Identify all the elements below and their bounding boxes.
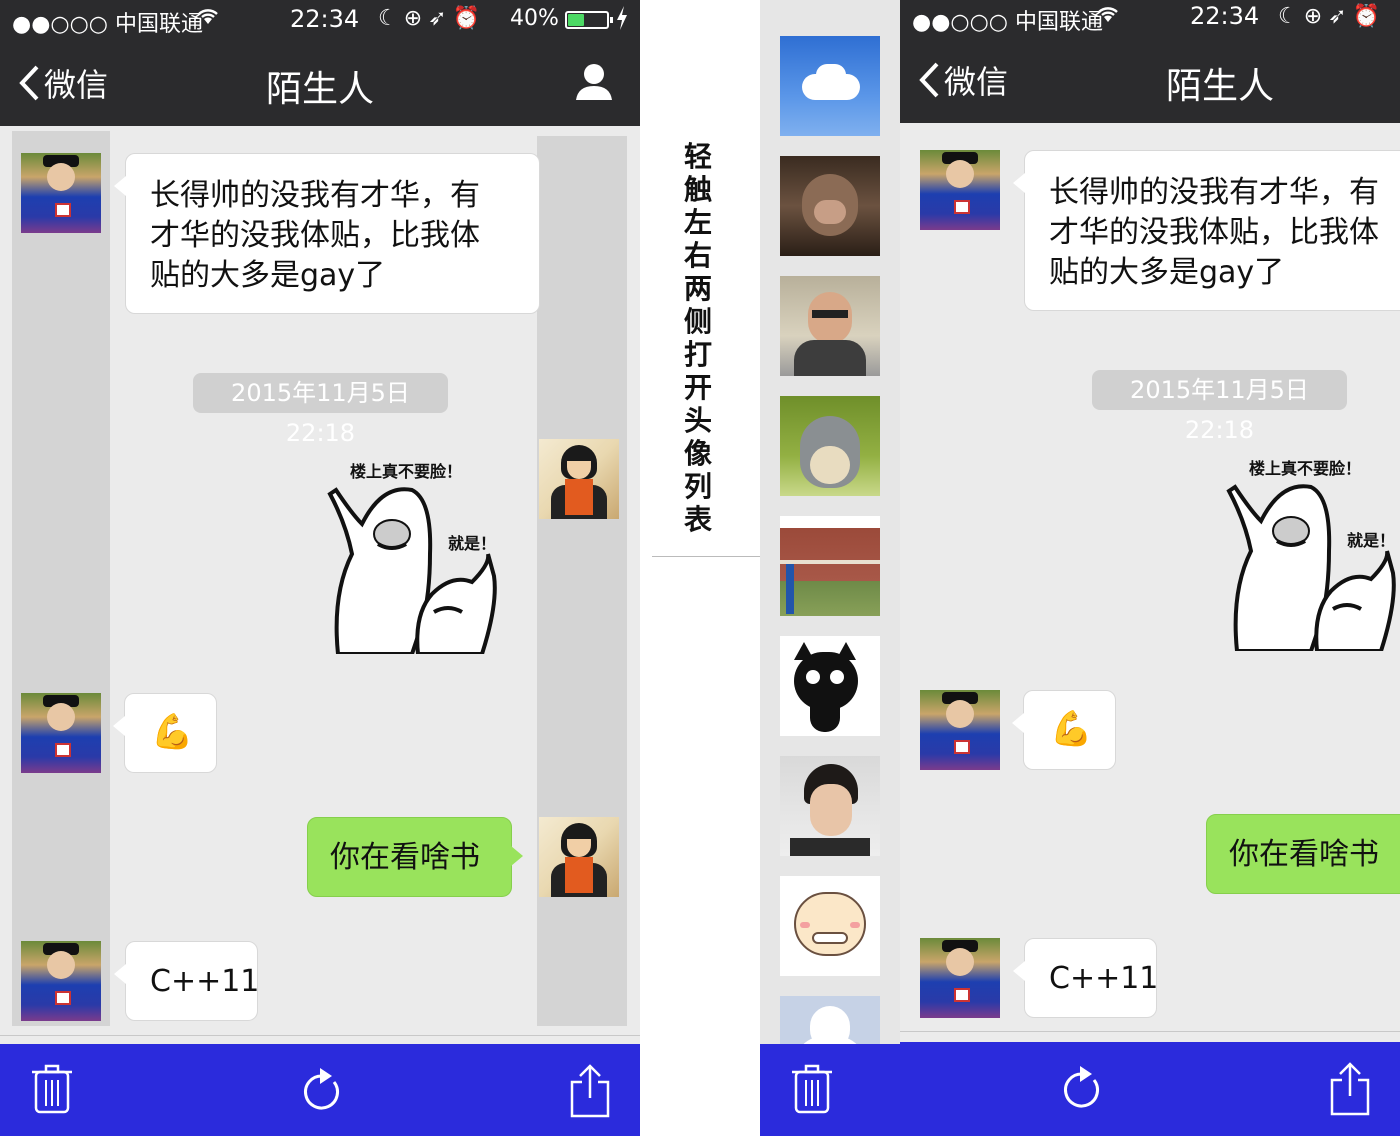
chat-title: 陌生人 <box>1165 66 1274 107</box>
stranger-avatar[interactable] <box>21 941 101 1021</box>
avatar-option[interactable] <box>780 516 880 616</box>
person-icon <box>576 64 612 100</box>
refresh-icon <box>1064 1066 1099 1108</box>
message-bubble[interactable]: C++11 <box>114 941 260 1021</box>
message-bubble[interactable]: C++11 <box>1013 938 1159 1018</box>
message-line: 贴的大多是gay了 <box>150 258 386 293</box>
trash-icon <box>792 1064 832 1114</box>
sticker-message[interactable]: 楼上真不要脸！ 就是！ <box>1221 441 1400 651</box>
my-message-bubble[interactable]: 你在看啥书 <box>307 817 523 897</box>
chat-title: 陌生人 <box>265 69 374 110</box>
battery-icon <box>565 11 613 29</box>
rotation-lock-icon: ⊕ <box>403 6 429 31</box>
clock-time: 22:34 <box>1190 2 1260 30</box>
navigation-bar: 微信 陌生人 <box>900 37 1400 123</box>
drawer-toolbar <box>760 1044 900 1136</box>
profile-button[interactable] <box>574 62 614 106</box>
message-text: C++11 <box>1049 961 1159 996</box>
message-line: 长得帅的没我有才华，有 <box>1049 175 1379 210</box>
left-tap-zone[interactable] <box>12 131 110 1026</box>
alarm-icon: ⏰ <box>452 6 487 31</box>
alarm-icon: ⏰ <box>1352 4 1387 29</box>
sticker-drawing <box>1226 484 1396 651</box>
wifi-icon <box>1096 4 1120 30</box>
bottom-toolbar <box>900 1042 1400 1136</box>
moon-icon: ☾ <box>1278 4 1304 29</box>
clock-time: 22:34 <box>290 5 360 33</box>
battery-percent: 40% <box>510 6 559 31</box>
bottom-toolbar <box>0 1044 640 1136</box>
avatar-option[interactable] <box>780 276 880 376</box>
message-bubble[interactable]: 长得帅的没我有才华，有 才华的没我体贴，比我体 贴的大多是gay了 <box>114 153 540 314</box>
rotation-lock-icon: ⊕ <box>1303 4 1329 29</box>
share-button[interactable] <box>568 1064 612 1122</box>
refresh-button[interactable] <box>300 1064 344 1118</box>
message-line: 长得帅的没我有才华，有 <box>150 178 480 213</box>
status-bar: ●●○○○ 中国联通 22:34 ☾⊕➶⏰ 40% <box>0 0 640 40</box>
message-timestamp: 2015年11月5日 22:18 <box>1092 370 1347 444</box>
location-icon: ➶ <box>1328 4 1353 29</box>
left-phone-screen: ●●○○○ 中国联通 22:34 ☾⊕➶⏰ 40% 微信 陌生人 长得帅的没我有… <box>0 0 640 1136</box>
share-icon <box>1330 1062 1370 1116</box>
share-icon <box>570 1064 610 1118</box>
system-icons: ☾⊕➶⏰ <box>378 6 486 31</box>
message-line: 才华的没我体贴，比我体 <box>150 218 480 253</box>
hint-text: 轻触左右两侧打开头像列表 <box>683 140 712 536</box>
my-message-bubble[interactable]: 你在看啥书 <box>1206 814 1400 894</box>
trash-button[interactable] <box>32 1064 72 1118</box>
avatar-option[interactable] <box>780 876 880 976</box>
trash-button[interactable] <box>792 1064 832 1118</box>
wifi-icon <box>196 6 220 32</box>
message-bubble[interactable]: 💪 <box>113 693 217 773</box>
status-bar: ●●○○○ 中国联通 22:34 ☾⊕➶⏰ <box>900 0 1400 37</box>
divider <box>900 1031 1400 1032</box>
message-line: 贴的大多是gay了 <box>1049 255 1285 290</box>
avatar-option[interactable] <box>780 756 880 856</box>
sticker-drawing <box>327 487 497 654</box>
message-text: 你在看啥书 <box>330 840 480 875</box>
share-button[interactable] <box>1328 1062 1372 1120</box>
right-phone-screen: ●●○○○ 中国联通 22:34 ☾⊕➶⏰ 微信 陌生人 长得帅的没我有才华，有… <box>900 0 1400 1136</box>
navigation-bar: 微信 陌生人 <box>0 40 640 126</box>
instruction-caption: 轻触左右两侧打开头像列表 <box>652 140 760 560</box>
message-text: C++11 <box>150 964 260 999</box>
message-bubble[interactable]: 💪 <box>1012 690 1116 770</box>
stranger-avatar[interactable] <box>21 693 101 773</box>
avatar-option[interactable] <box>780 156 880 256</box>
system-icons: ☾⊕➶⏰ <box>1278 4 1386 29</box>
message-timestamp: 2015年11月5日 22:18 <box>193 373 448 447</box>
location-icon: ➶ <box>428 6 453 31</box>
flexed-biceps-icon: 💪 <box>151 712 194 752</box>
flexed-biceps-icon: 💪 <box>1050 709 1093 749</box>
stranger-avatar[interactable] <box>920 938 1000 1018</box>
message-bubble[interactable]: 长得帅的没我有才华，有 才华的没我体贴，比我体 贴的大多是gay了 <box>1013 150 1400 311</box>
carrier-label: ●●○○○ 中国联通 <box>912 10 1103 35</box>
avatar-list-drawer <box>760 0 900 1136</box>
my-avatar[interactable] <box>539 817 619 897</box>
divider <box>0 1035 640 1036</box>
moon-icon: ☾ <box>378 6 404 31</box>
caption-underline <box>652 556 760 557</box>
carrier-label: ●●○○○ 中国联通 <box>12 12 203 37</box>
stranger-avatar[interactable] <box>920 150 1000 230</box>
message-line: 才华的没我体贴，比我体 <box>1049 215 1379 250</box>
trash-icon <box>32 1064 72 1114</box>
stranger-avatar[interactable] <box>21 153 101 233</box>
sticker-message[interactable]: 楼上真不要脸！ 就是！ <box>322 444 512 654</box>
avatar-option[interactable] <box>780 396 880 496</box>
stranger-avatar[interactable] <box>920 690 1000 770</box>
refresh-icon <box>304 1068 339 1110</box>
refresh-button[interactable] <box>1060 1062 1104 1116</box>
message-text: 你在看啥书 <box>1229 837 1379 872</box>
avatar-option[interactable] <box>780 36 880 136</box>
comparison-stage: { "status_bar": { "carrier": "●●○○○ 中国联通… <box>0 0 1400 1136</box>
my-avatar[interactable] <box>539 439 619 519</box>
avatar-option[interactable] <box>780 636 880 736</box>
charging-icon <box>616 6 628 36</box>
